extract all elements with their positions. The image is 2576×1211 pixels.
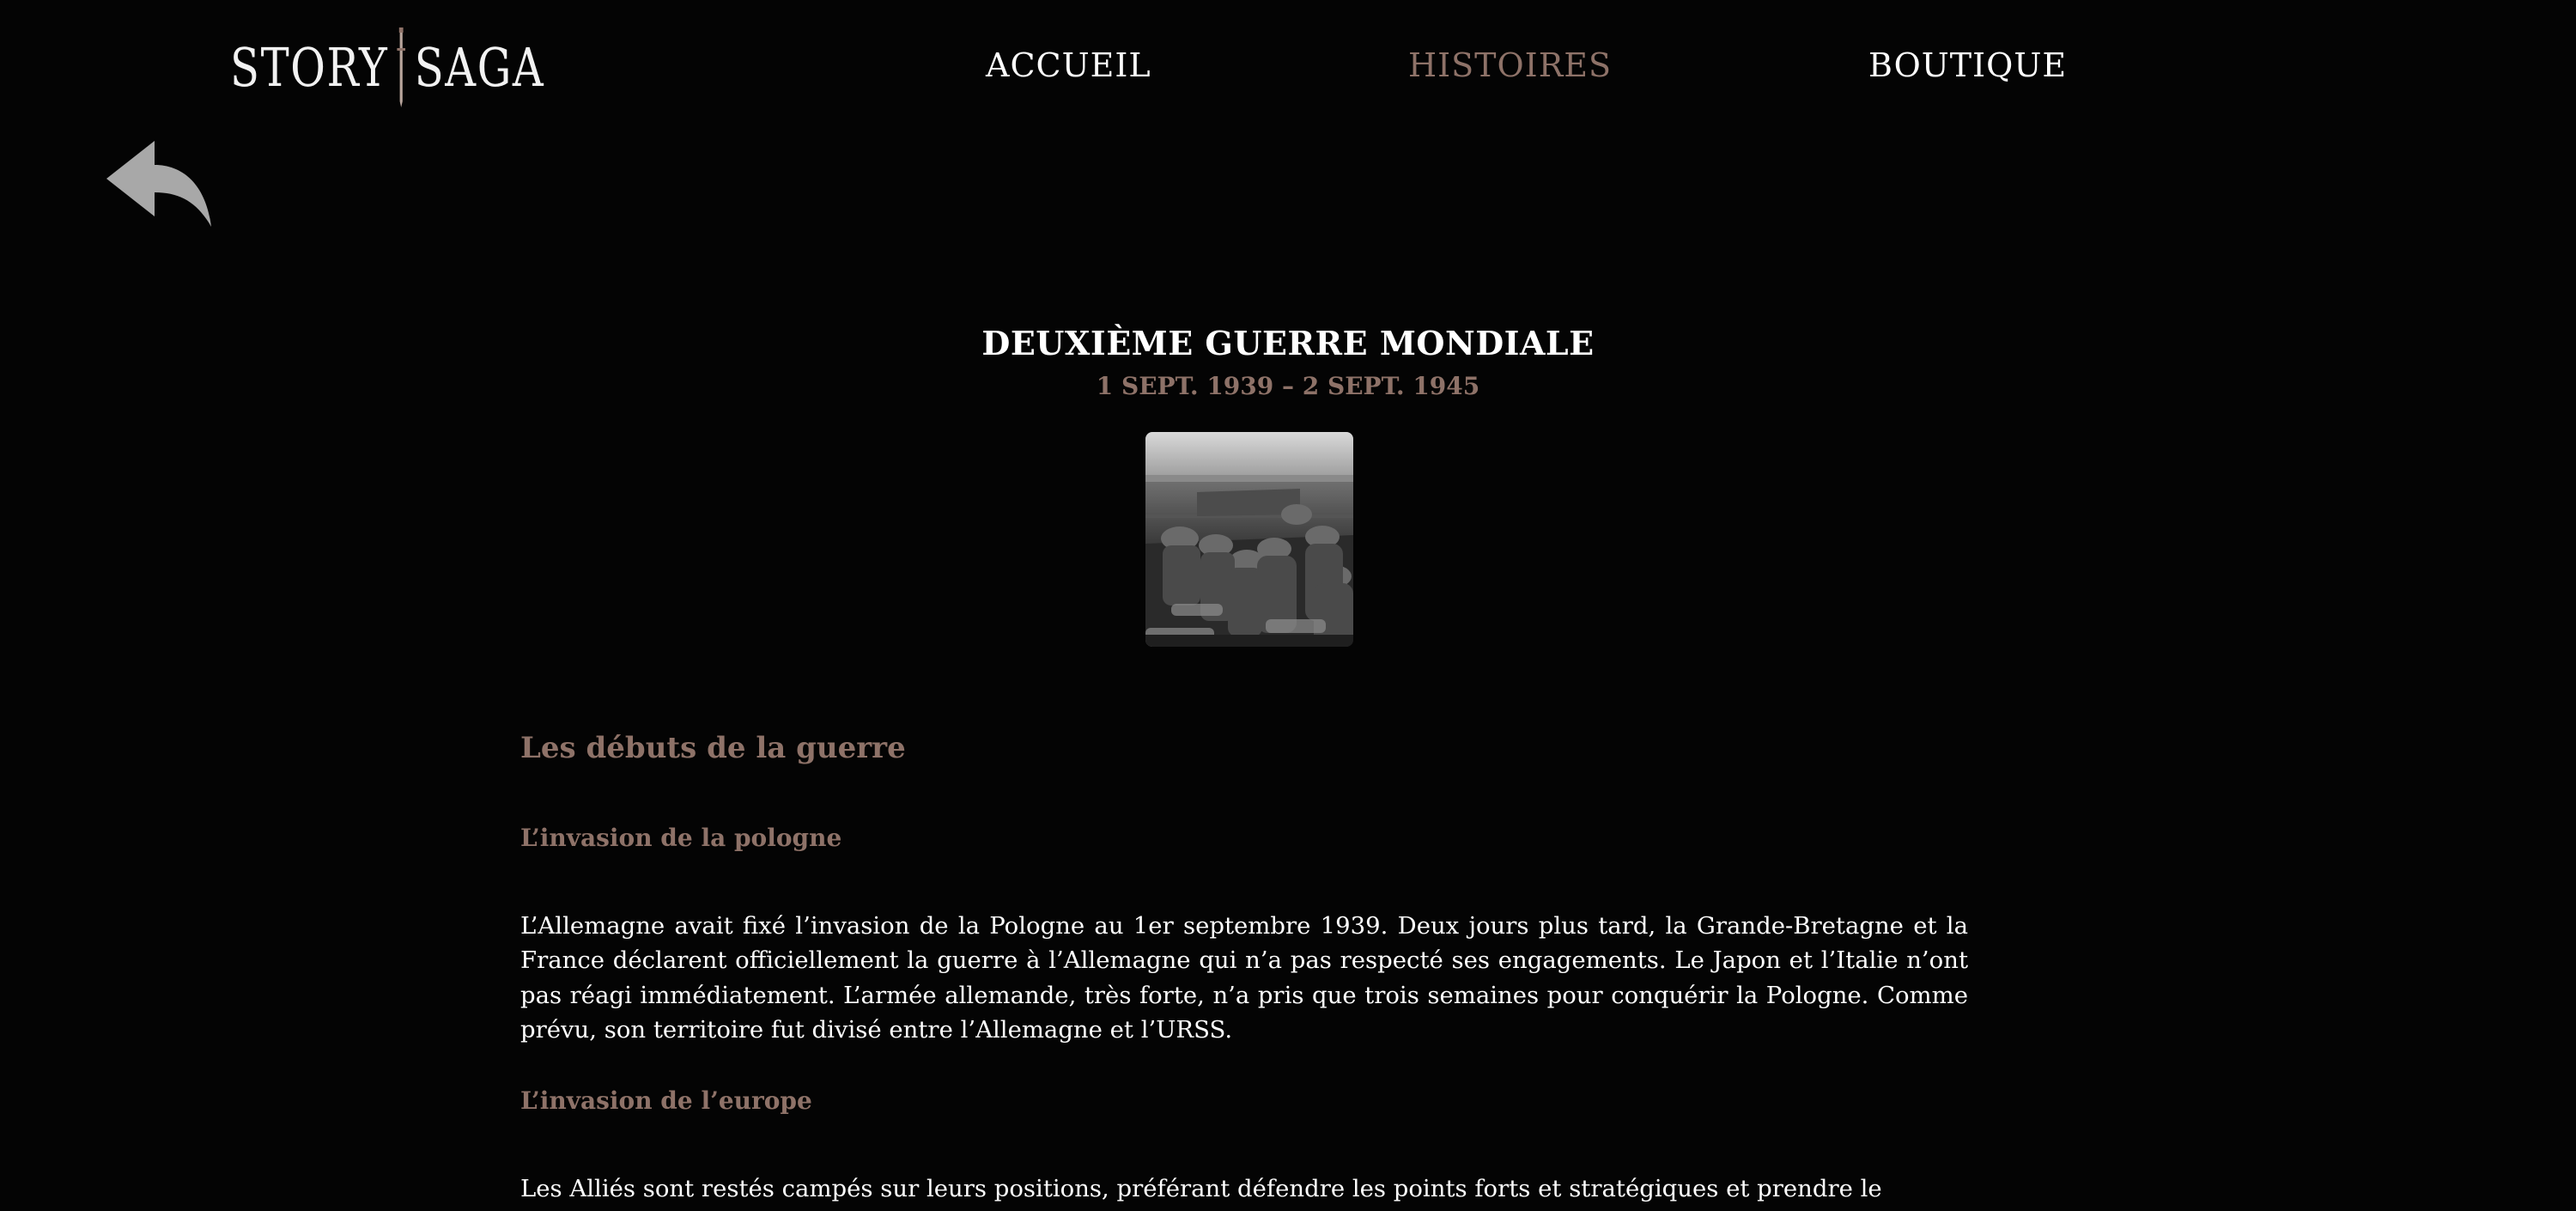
site-logo[interactable]: STORY SAGA xyxy=(230,26,544,108)
section-title: Les débuts de la guerre xyxy=(520,731,906,765)
subsection-paragraph: L’Allemagne avait fixé l’invasion de la … xyxy=(520,912,1968,1044)
subsection-paragraph: Les Alliés sont restés campés sur leurs … xyxy=(520,1175,1882,1202)
logo-text-saga: SAGA xyxy=(414,35,545,99)
story-title: DEUXIÈME GUERRE MONDIALE xyxy=(981,324,1595,362)
reply-arrow-icon xyxy=(106,141,211,227)
subsection-title: L’invasion de l’europe xyxy=(520,1086,812,1115)
story-dates: 1 SEPT. 1939 – 2 SEPT. 1945 xyxy=(1096,372,1480,400)
soldiers-landing-craft-photo xyxy=(1145,432,1353,647)
back-button[interactable] xyxy=(105,137,213,230)
site-header: STORY SAGA ACCUEIL HISTOIRES BOUTIQUE xyxy=(0,0,2576,129)
subsection-title: L’invasion de la pologne xyxy=(520,824,842,852)
logo-text-story: STORY xyxy=(230,35,389,99)
sword-icon xyxy=(397,27,406,107)
nav-item-histoires[interactable]: HISTOIRES xyxy=(1408,41,1612,89)
nav-item-boutique[interactable]: BOUTIQUE xyxy=(1868,41,2067,89)
nav-item-accueil[interactable]: ACCUEIL xyxy=(986,41,1151,89)
